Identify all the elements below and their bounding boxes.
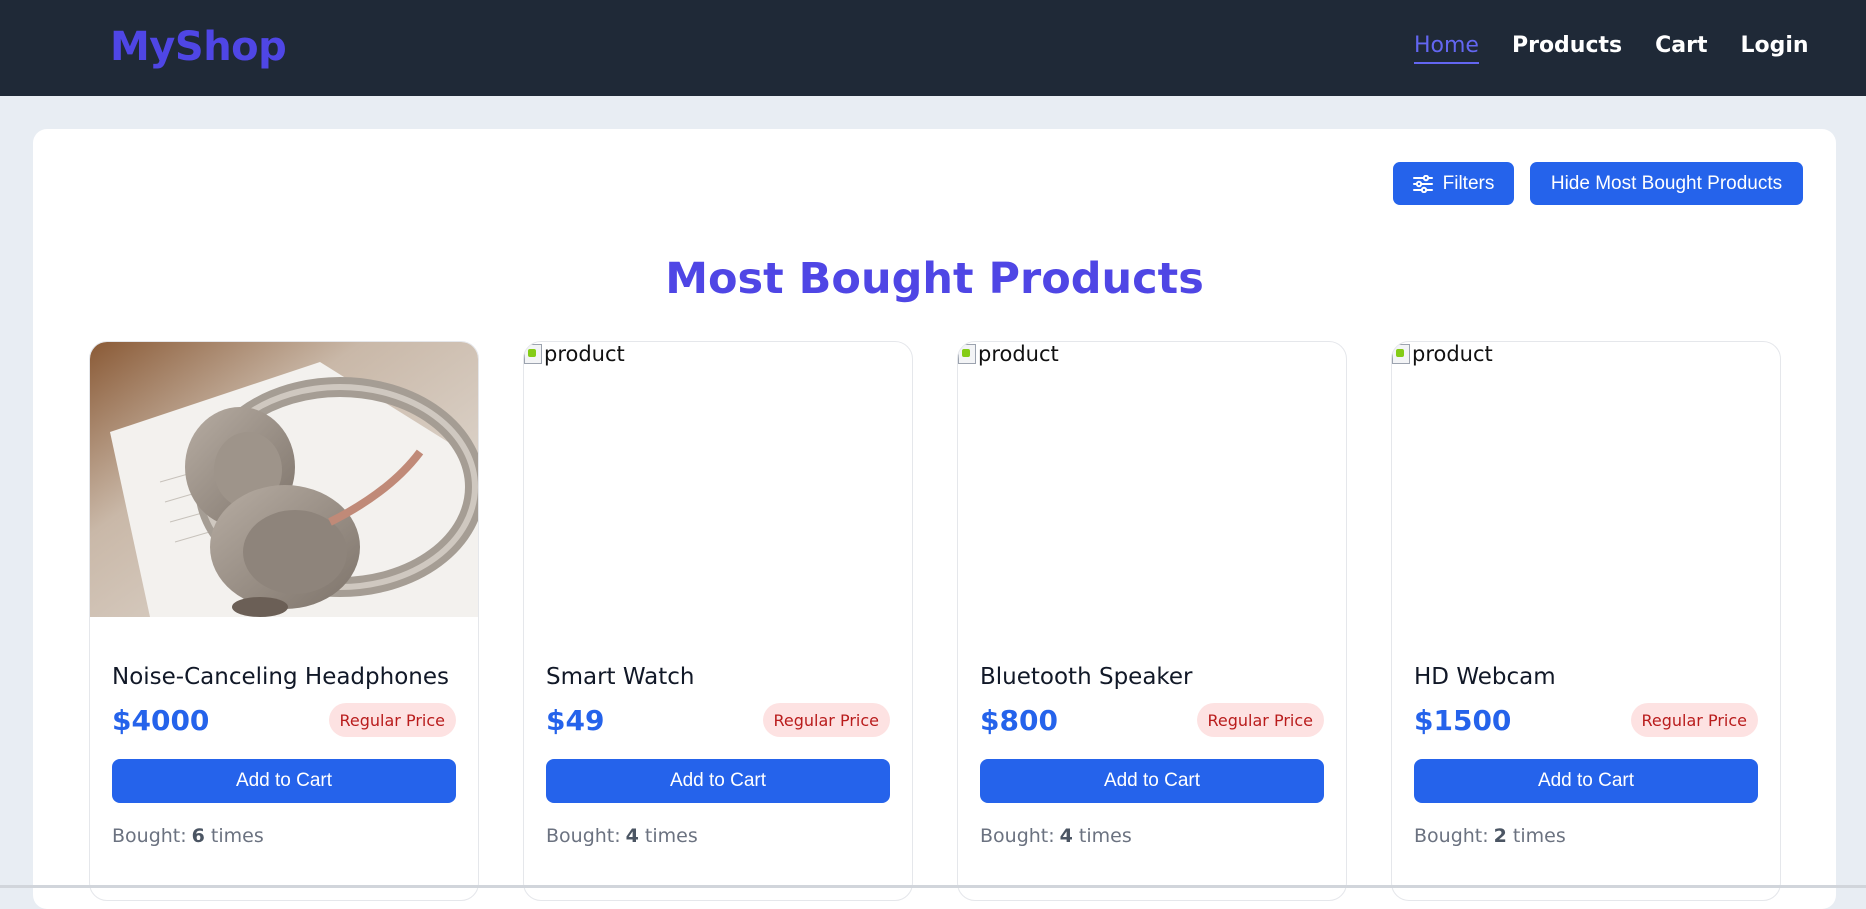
filters-button[interactable]: Filters (1393, 162, 1514, 205)
product-name[interactable]: HD Webcam (1414, 664, 1556, 690)
bought-suffix: times (1512, 825, 1566, 847)
nav-link-home[interactable]: Home (1414, 32, 1479, 64)
bought-suffix: times (644, 825, 698, 847)
section-title: Most Bought Products (665, 254, 1204, 304)
broken-image-icon: product (958, 342, 1059, 366)
product-image-placeholder: product (1392, 342, 1780, 617)
product-image-placeholder: product (524, 342, 912, 617)
bought-count: Bought: 2 times (1414, 825, 1566, 847)
bought-number: 6 (191, 825, 205, 847)
price-badge: Regular Price (328, 703, 456, 737)
product-price: $49 (546, 704, 605, 737)
product-card: product Smart Watch $49 Regular Price Ad… (523, 341, 913, 901)
add-to-cart-button[interactable]: Add to Cart (1414, 759, 1758, 803)
bought-label: Bought: (980, 825, 1055, 847)
price-badge: Regular Price (762, 703, 890, 737)
product-card: Noise-Canceling Headphones $4000 Regular… (89, 341, 479, 901)
price-badge: Regular Price (1630, 703, 1758, 737)
bought-label: Bought: (1414, 825, 1489, 847)
add-to-cart-button[interactable]: Add to Cart (546, 759, 890, 803)
bought-number: 2 (1493, 825, 1507, 847)
product-name[interactable]: Smart Watch (546, 664, 695, 690)
main-panel: Filters Hide Most Bought Products Most B… (33, 129, 1836, 909)
product-card: product Bluetooth Speaker $800 Regular P… (957, 341, 1347, 901)
broken-image-icon: product (1392, 342, 1493, 366)
nav-link-cart[interactable]: Cart (1655, 32, 1707, 64)
nav-link-login[interactable]: Login (1740, 32, 1808, 64)
headphones-photo (90, 342, 478, 617)
product-name[interactable]: Noise-Canceling Headphones (112, 664, 449, 690)
nav-link-products[interactable]: Products (1512, 32, 1622, 64)
sliders-icon (1412, 174, 1433, 193)
broken-image-icon: product (524, 342, 625, 366)
bought-count: Bought: 4 times (980, 825, 1132, 847)
bought-label: Bought: (112, 825, 187, 847)
price-badge: Regular Price (1196, 703, 1324, 737)
add-to-cart-button[interactable]: Add to Cart (112, 759, 456, 803)
product-name[interactable]: Bluetooth Speaker (980, 664, 1193, 690)
bought-label: Bought: (546, 825, 621, 847)
product-price: $800 (980, 704, 1058, 737)
product-card: product HD Webcam $1500 Regular Price Ad… (1391, 341, 1781, 901)
product-price: $4000 (112, 704, 210, 737)
bought-suffix: times (210, 825, 264, 847)
nav-links: Home Products Cart Login (1414, 32, 1809, 64)
bought-number: 4 (1059, 825, 1073, 847)
bought-number: 4 (625, 825, 639, 847)
filters-label: Filters (1442, 172, 1495, 194)
product-price: $1500 (1414, 704, 1512, 737)
add-to-cart-button[interactable]: Add to Cart (980, 759, 1324, 803)
product-image-headphones (90, 342, 478, 617)
navbar: MyShop Home Products Cart Login (0, 0, 1866, 96)
product-image-placeholder: product (958, 342, 1346, 617)
hide-most-bought-button[interactable]: Hide Most Bought Products (1530, 162, 1803, 205)
bought-suffix: times (1078, 825, 1132, 847)
bought-count: Bought: 4 times (546, 825, 698, 847)
bought-count: Bought: 6 times (112, 825, 264, 847)
brand-logo[interactable]: MyShop (110, 24, 287, 70)
